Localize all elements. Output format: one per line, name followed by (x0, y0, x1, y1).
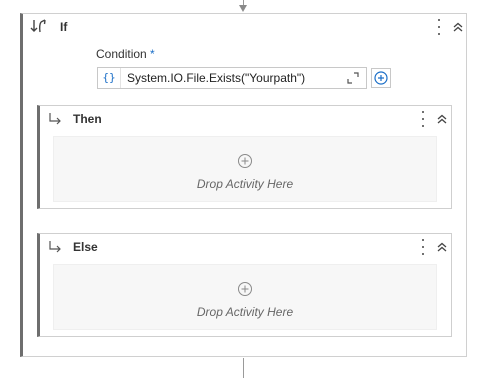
if-activity-title: If (60, 20, 68, 34)
bottom-connector-line (243, 358, 244, 378)
else-drop-zone[interactable]: Drop Activity Here (53, 264, 437, 330)
then-drop-zone[interactable]: Drop Activity Here (53, 136, 437, 202)
if-collapse-icon[interactable] (452, 21, 464, 33)
else-collapse-icon[interactable] (436, 241, 448, 253)
if-activity-header[interactable]: If (23, 14, 466, 40)
drop-plus-icon (238, 282, 252, 296)
branch-arrow-icon (49, 241, 61, 253)
condition-input-value[interactable]: System.IO.File.Exists("Yourpath") (121, 71, 346, 85)
if-branch-icon (30, 19, 46, 33)
else-branch-title: Else (73, 240, 98, 254)
condition-label: Condition * (96, 47, 155, 61)
then-drop-placeholder: Drop Activity Here (196, 177, 294, 191)
then-collapse-icon[interactable] (436, 113, 448, 125)
drop-plus-icon (238, 154, 252, 168)
top-connector-arrow-icon (239, 5, 247, 12)
then-more-options-icon[interactable] (419, 111, 427, 127)
plus-circle-icon (374, 71, 388, 85)
else-more-options-icon[interactable] (419, 239, 427, 255)
then-branch-title: Then (73, 112, 102, 126)
required-marker: * (150, 47, 155, 61)
condition-label-text: Condition (96, 47, 147, 61)
condition-input[interactable]: {} System.IO.File.Exists("Yourpath") (97, 67, 367, 89)
add-condition-button[interactable] (371, 68, 391, 88)
expression-type-icon: {} (98, 68, 121, 88)
else-branch-card[interactable]: Else Drop Activity Here (37, 233, 452, 337)
if-activity-card[interactable]: If Condition * {} System.IO.File.Exists(… (20, 13, 467, 357)
then-branch-card[interactable]: Then Drop Activity Here (37, 105, 452, 209)
if-more-options-icon[interactable] (435, 19, 443, 35)
branch-arrow-icon (49, 113, 61, 125)
expand-editor-icon[interactable] (346, 71, 360, 85)
else-drop-placeholder: Drop Activity Here (196, 305, 294, 319)
